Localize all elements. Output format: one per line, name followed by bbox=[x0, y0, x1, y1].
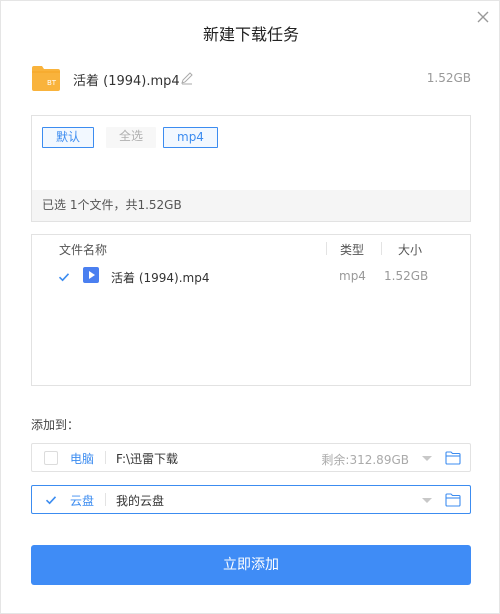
add-now-button[interactable]: 立即添加 bbox=[31, 545, 471, 585]
chevron-down-icon[interactable] bbox=[421, 452, 433, 464]
selection-summary: 已选 1个文件，共1.52GB bbox=[32, 190, 470, 221]
row-file-size: 1.52GB bbox=[384, 269, 429, 283]
edit-pencil-icon[interactable] bbox=[180, 71, 194, 85]
destination-pc-label: 电脑 bbox=[70, 452, 95, 466]
file-list-table: 文件名称 类型 大小 活着 (1994).mp4 mp4 1.52GB bbox=[31, 234, 471, 386]
chevron-down-icon[interactable] bbox=[421, 494, 433, 506]
filter-chip-select-all[interactable]: 全选 bbox=[106, 127, 157, 148]
destination-pc-checkbox[interactable] bbox=[44, 451, 58, 465]
row-checkbox[interactable] bbox=[57, 270, 71, 284]
table-row[interactable]: 活着 (1994).mp4 mp4 1.52GB bbox=[32, 265, 470, 289]
destination-divider bbox=[105, 493, 106, 506]
column-header-type[interactable]: 类型 bbox=[340, 241, 364, 258]
add-to-label: 添加到： bbox=[31, 418, 80, 432]
destination-cloud-checkbox[interactable] bbox=[44, 493, 58, 507]
destination-cloud-path[interactable]: 我的云盘 bbox=[116, 492, 164, 509]
file-name: 活着 (1994).mp4 bbox=[73, 74, 180, 89]
destination-pc-free-space: 剩余:312.89GB bbox=[321, 453, 409, 467]
row-file-name: 活着 (1994).mp4 bbox=[111, 271, 210, 285]
file-header: BT 活着 (1994).mp4 1.52GB bbox=[31, 61, 471, 95]
destination-pc-path[interactable]: F:\迅雷下载 bbox=[116, 450, 178, 467]
destination-cloud[interactable]: 云盘 我的云盘 bbox=[31, 485, 471, 514]
column-divider[interactable] bbox=[381, 242, 382, 255]
column-divider[interactable] bbox=[326, 242, 327, 255]
column-header-size[interactable]: 大小 bbox=[398, 241, 422, 258]
filter-chip-default[interactable]: 默认 bbox=[42, 127, 95, 148]
destination-cloud-label: 云盘 bbox=[70, 494, 95, 508]
file-filter-box: 默认 全选 mp4 已选 1个文件，共1.52GB bbox=[31, 115, 471, 222]
bt-badge-text: BT bbox=[47, 79, 57, 87]
video-play-icon bbox=[83, 267, 99, 283]
destination-pc[interactable]: 电脑 F:\迅雷下载 剩余:312.89GB bbox=[31, 443, 471, 472]
column-header-name[interactable]: 文件名称 bbox=[59, 241, 107, 258]
destination-divider bbox=[105, 451, 106, 464]
dialog-title: 新建下载任务 bbox=[202, 25, 299, 44]
bt-folder-icon: BT bbox=[32, 66, 60, 91]
filter-chip-mp4[interactable]: mp4 bbox=[163, 127, 218, 148]
file-size: 1.52GB bbox=[426, 71, 471, 85]
folder-icon[interactable] bbox=[445, 450, 461, 465]
row-file-type: mp4 bbox=[339, 269, 366, 283]
folder-icon[interactable] bbox=[445, 492, 461, 507]
new-download-dialog: 新建下载任务 BT 活着 (1994).mp4 1.52GB 默认 全选 mp4… bbox=[0, 0, 500, 614]
